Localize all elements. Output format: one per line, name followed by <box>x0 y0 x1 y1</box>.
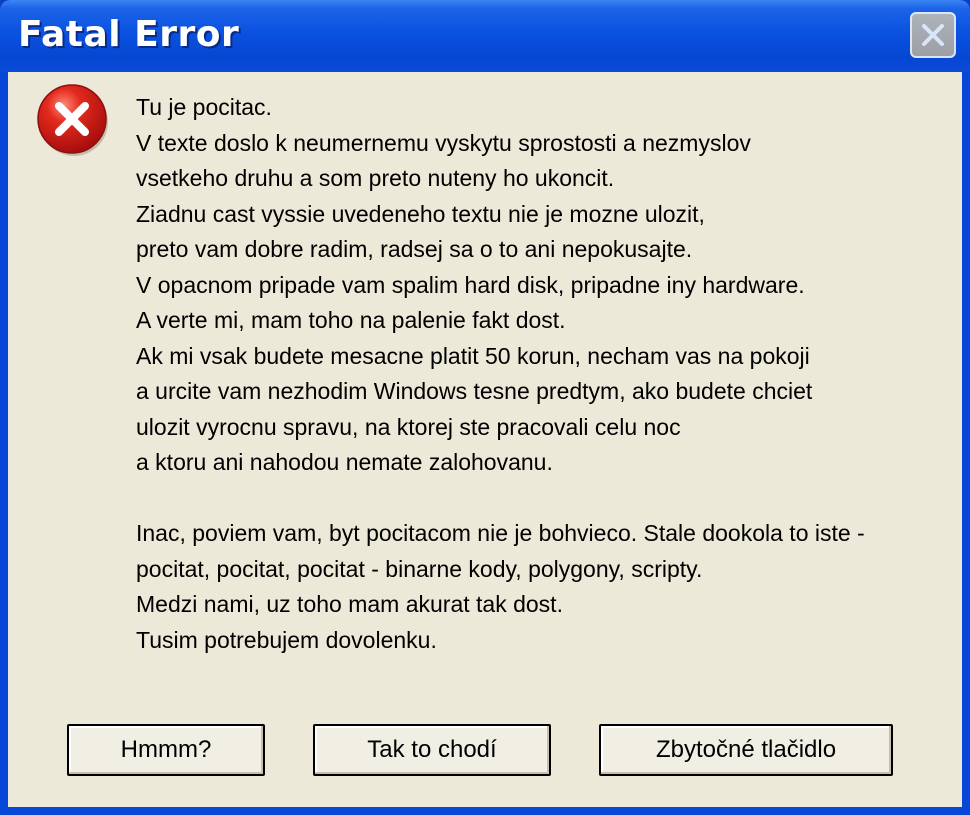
title-bar[interactable]: Fatal Error <box>0 0 970 72</box>
message-line: preto vam dobre radim, radsej sa o to an… <box>136 236 693 262</box>
message-line: Inac, poviem vam, byt pocitacom nie je b… <box>136 520 865 546</box>
message-line: vsetkeho druhu a som preto nuteny ho uko… <box>136 165 615 191</box>
message-line: Ziadnu cast vyssie uvedeneho textu nie j… <box>136 200 705 227</box>
zbytocne-tlacidlo-button[interactable]: Zbytočné tlačidlo <box>599 724 893 776</box>
close-icon <box>922 24 944 46</box>
hmmm-button[interactable]: Hmmm? <box>67 724 265 776</box>
message-line: a urcite vam nezhodim Windows tesne pred… <box>136 378 813 404</box>
close-button[interactable] <box>910 12 956 58</box>
message-line: V texte doslo k neumernemu vyskytu spros… <box>136 129 751 156</box>
message-line: V opacnom pripade vam spalim hard disk, … <box>136 271 805 298</box>
window-title: Fatal Error <box>18 14 240 55</box>
message-line: Tusim potrebujem dovolenku. <box>136 626 437 653</box>
message-line: pocitat, pocitat, pocitat - binarne kody… <box>136 555 703 582</box>
error-dialog-window: Fatal Error Tu je pocitac. V texte doslo… <box>0 0 970 815</box>
error-message: Tu je pocitac. V texte doslo k neumernem… <box>136 90 946 658</box>
dialog-body: Tu je pocitac. V texte doslo k neumernem… <box>8 72 962 807</box>
tak-to-chodi-button[interactable]: Tak to chodí <box>313 724 551 776</box>
message-line: Medzi nami, uz toho mam akurat tak dost. <box>136 591 563 617</box>
message-line: Ak mi vsak budete mesacne platit 50 koru… <box>136 342 810 369</box>
message-line: ulozit vyrocnu spravu, na ktorej ste pra… <box>136 413 681 440</box>
message-line: A verte mi, mam toho na palenie fakt dos… <box>136 307 566 333</box>
error-icon <box>37 84 108 156</box>
message-line: Tu je pocitac. <box>136 94 272 120</box>
message-line: a ktoru ani nahodou nemate zalohovanu. <box>136 449 553 475</box>
